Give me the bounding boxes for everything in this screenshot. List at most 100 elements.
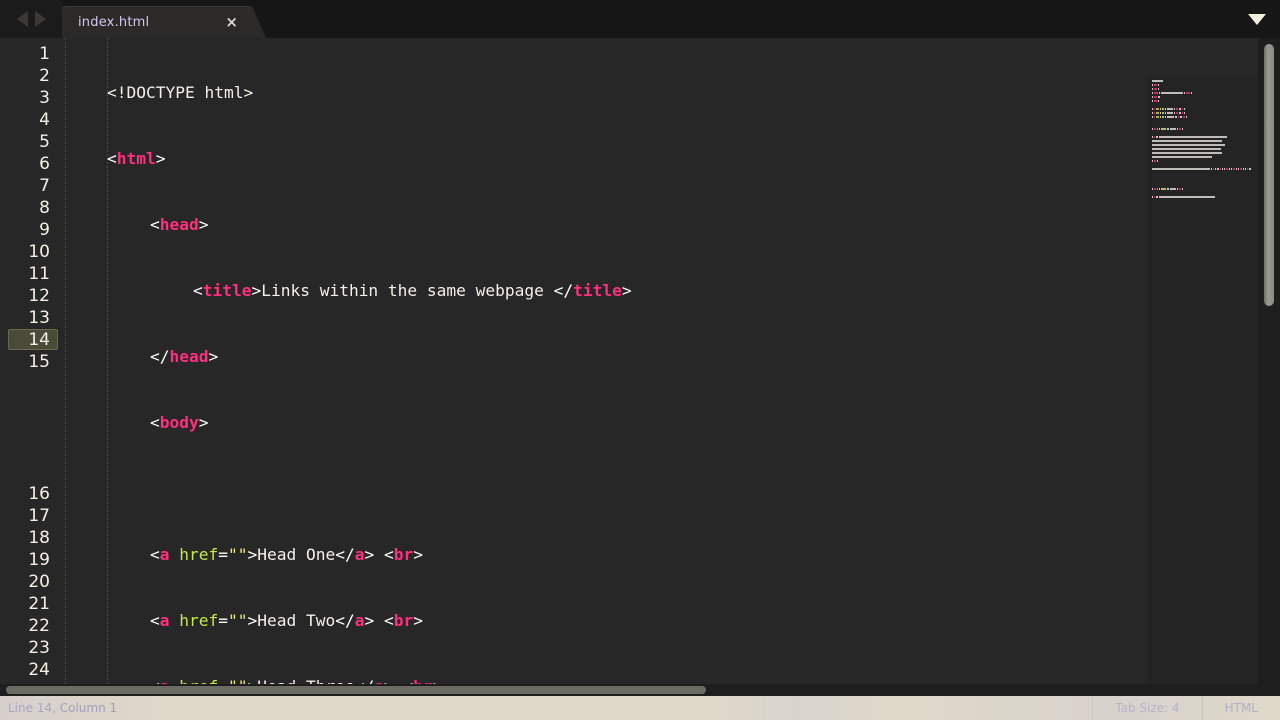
minimap-row [1177, 188, 1179, 190]
minimap-row [1183, 92, 1186, 94]
line-number-10: 10 [28, 242, 50, 262]
code-content[interactable]: <!DOCTYPE html> <html> <head> <title>Lin… [62, 38, 1152, 696]
minimap-row [1224, 168, 1226, 170]
line-number-20: 20 [28, 572, 50, 592]
minimap-row [1152, 152, 1222, 154]
minimap-row [1152, 92, 1154, 94]
minimap-row [1154, 100, 1158, 102]
minimap-row [1152, 156, 1212, 158]
minimap-row [1154, 108, 1156, 110]
minimap-row [1156, 136, 1158, 138]
line-number-5: 5 [39, 132, 50, 152]
minimap-row [1184, 112, 1186, 114]
minimap-row [1152, 144, 1225, 146]
tab-label: index.html [78, 14, 150, 30]
minimap-row [1177, 128, 1179, 130]
minimap-row [1161, 188, 1167, 190]
line-number-14: 14 [28, 330, 50, 350]
minimap-row [1242, 168, 1244, 170]
minimap-row [1176, 108, 1178, 110]
line-number-13: 13 [28, 308, 50, 328]
minimap-row [1154, 96, 1158, 98]
line-number-19: 19 [28, 550, 50, 570]
code-line-9: <a href="">Head Two</a> <br> [150, 611, 423, 630]
minimap-row [1183, 116, 1185, 118]
tab-index-html[interactable]: index.html × [62, 6, 266, 38]
minimap-row [1164, 108, 1167, 110]
horizontal-scrollbar-thumb[interactable] [6, 686, 706, 694]
minimap-row [1152, 196, 1154, 198]
minimap-row [1167, 116, 1175, 118]
tag-body: body [159, 413, 199, 432]
vertical-scrollbar[interactable] [1258, 38, 1280, 696]
minimap-row [1244, 168, 1246, 170]
minimap-row [1217, 168, 1219, 170]
minimap-row [1173, 112, 1176, 114]
minimap-row [1231, 168, 1233, 170]
minimap-row [1222, 168, 1224, 170]
minimap-row [1158, 84, 1160, 86]
minimap[interactable] [1148, 76, 1258, 696]
minimap-row [1179, 116, 1183, 118]
minimap-row [1161, 128, 1167, 130]
minimap-row [1164, 112, 1167, 114]
line-number-11: 11 [28, 264, 50, 284]
minimap-row [1156, 196, 1158, 198]
horizontal-scrollbar[interactable] [0, 684, 1280, 696]
syntax-mode-button[interactable]: HTML [1201, 696, 1280, 720]
line-number-7: 7 [39, 176, 50, 196]
minimap-row [1152, 136, 1154, 138]
minimap-row [1237, 168, 1240, 170]
minimap-row [1152, 168, 1210, 170]
minimap-row [1152, 128, 1154, 130]
minimap-row [1156, 188, 1159, 190]
minimap-row [1152, 80, 1163, 82]
minimap-row [1156, 108, 1160, 110]
code-line-2: <html> [107, 149, 166, 168]
minimap-row [1162, 116, 1164, 118]
minimap-row [1169, 188, 1176, 190]
minimap-row [1160, 112, 1162, 114]
minimap-row [1235, 168, 1237, 170]
minimap-row [1178, 108, 1181, 110]
minimap-row [1190, 92, 1192, 94]
triangle-left-icon[interactable] [16, 11, 28, 27]
minimap-row [1156, 128, 1159, 130]
minimap-row [1154, 136, 1156, 138]
minimap-row [1167, 108, 1173, 110]
code-editor[interactable]: 1234567891011121314151617181920212223242… [0, 38, 1280, 696]
minimap-row [1152, 108, 1154, 110]
minimap-row [1152, 112, 1154, 114]
tab-size-button[interactable]: Tab Size: 4 [1092, 696, 1201, 720]
minimap-row [1185, 116, 1187, 118]
minimap-row [1160, 108, 1162, 110]
code-line-5: </head> [150, 347, 219, 366]
minimap-row [1161, 92, 1183, 94]
close-icon[interactable]: × [225, 14, 238, 30]
minimap-row [1184, 108, 1186, 110]
tab-overflow-menu-button[interactable] [1234, 0, 1280, 38]
code-line-4: <title>Links within the same webpage </t… [193, 281, 632, 300]
line-number-9: 9 [39, 220, 50, 240]
minimap-row [1175, 116, 1177, 118]
title-text: Links within the same webpage [261, 281, 554, 300]
minimap-row [1158, 100, 1160, 102]
minimap-row [1159, 188, 1161, 190]
line-number-17: 17 [28, 506, 50, 526]
minimap-row [1158, 88, 1160, 90]
line-number-4: 4 [39, 110, 50, 130]
minimap-row [1240, 168, 1242, 170]
minimap-row [1181, 108, 1184, 110]
triangle-right-icon[interactable] [34, 11, 46, 27]
vertical-scrollbar-thumb[interactable] [1264, 44, 1274, 306]
minimap-row [1158, 196, 1216, 198]
minimap-row [1162, 108, 1164, 110]
tab-bar-spacer [252, 0, 1234, 38]
minimap-row [1154, 160, 1156, 162]
line-number-2: 2 [39, 66, 50, 86]
minimap-row [1154, 116, 1156, 118]
cursor-position-label: Line 14, Column 1 [8, 701, 118, 715]
minimap-row [1233, 168, 1235, 170]
minimap-row [1154, 196, 1156, 198]
